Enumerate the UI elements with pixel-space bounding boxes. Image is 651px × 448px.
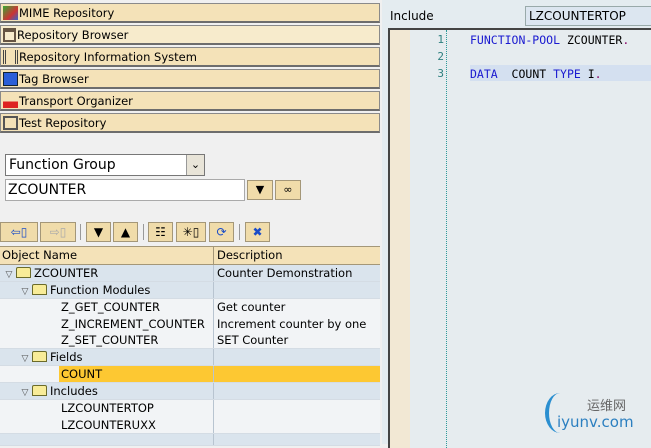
tree-node-function-modules[interactable]: ▽ Function Modules — [0, 282, 380, 299]
arrow-right-icon: ⇨▯ — [49, 225, 67, 239]
tree-leaf[interactable]: LZCOUNTERTOP — [0, 400, 380, 417]
column-description[interactable]: Description — [214, 247, 380, 264]
forward-button[interactable]: ⇨▯ — [40, 222, 76, 242]
triangle-down-icon: ▼ — [255, 183, 265, 196]
mime-icon — [3, 5, 18, 20]
code-editor[interactable]: 1 2 3 FUNCTION-POOL ZCOUNTER. DATA COUNT… — [388, 28, 651, 448]
watermark-logo: 运维网 iyunv.com — [545, 393, 634, 433]
include-label: Include — [390, 9, 434, 23]
gutter-divider — [446, 30, 447, 448]
object-name-input[interactable]: ZCOUNTER — [5, 179, 245, 201]
nav-repository-info-system[interactable]: Repository Information System — [0, 47, 380, 67]
left-panel: MIME Repository Repository Browser Repos… — [0, 0, 380, 446]
nav-transport-organizer[interactable]: Transport Organizer — [0, 91, 380, 111]
folder-icon — [32, 385, 47, 396]
tree-node-fields[interactable]: ▽ Fields — [0, 349, 380, 366]
tree-leaf-selected[interactable]: COUNT — [0, 366, 380, 383]
tree-header: Object Name Description — [0, 246, 380, 265]
tree-leaf[interactable]: Z_SET_COUNTER SET Counter — [0, 332, 380, 349]
close-button[interactable]: ✖ — [245, 222, 270, 242]
tree-node-includes[interactable]: ▽ Includes — [0, 383, 380, 400]
tree-leaf[interactable]: Z_INCREMENT_COUNTER Increment counter by … — [0, 316, 380, 332]
folder-icon — [16, 267, 31, 278]
line-number: 1 — [437, 33, 444, 46]
folder-icon — [32, 284, 47, 295]
tree-leaf[interactable]: LZCOUNTERUXX — [0, 417, 380, 434]
toolbar-divider — [143, 224, 144, 240]
tag-browser-icon — [3, 71, 18, 86]
back-button[interactable]: ⇦▯ — [0, 222, 38, 242]
tree-node-zcounter[interactable]: ▽ ZCOUNTER Counter Demonstration — [0, 265, 380, 282]
expand-button[interactable]: ▼ — [86, 222, 111, 242]
folder-icon — [32, 351, 47, 362]
test-icon — [3, 115, 18, 130]
display-button[interactable]: ∞ — [275, 180, 301, 200]
object-tree: Object Name Description ▽ ZCOUNTER Counter … — [0, 246, 380, 446]
expand-triangle-icon[interactable]: ▽ — [18, 385, 32, 399]
info-system-icon — [3, 49, 18, 64]
editor-gutter — [390, 30, 410, 448]
hierarchy-icon: ☷ — [155, 225, 166, 239]
column-object-name[interactable]: Object Name — [0, 247, 214, 264]
glasses-icon: ∞ — [283, 183, 293, 196]
truck-icon — [3, 93, 18, 108]
new-object-button[interactable]: ✳▯ — [176, 222, 206, 242]
new-icon: ✳▯ — [182, 225, 200, 239]
collapse-button[interactable]: ▲ — [113, 222, 138, 242]
nav-repository-browser[interactable]: Repository Browser — [0, 25, 380, 45]
nav-tag-browser[interactable]: Tag Browser — [0, 69, 380, 89]
editor-panel: Include LZCOUNTERTOP 1 2 3 FUNCTION-POOL… — [382, 0, 651, 448]
close-icon: ✖ — [252, 225, 263, 239]
chevron-down-icon[interactable]: ⌄ — [186, 155, 204, 175]
line-number: 3 — [437, 67, 444, 80]
object-type-select[interactable]: Function Group ⌄ — [5, 154, 205, 176]
refresh-icon: ⟳ — [216, 225, 227, 239]
code-line-1: FUNCTION-POOL ZCOUNTER. — [470, 33, 630, 47]
expand-icon: ▼ — [93, 225, 104, 239]
collapse-icon: ▲ — [120, 225, 131, 239]
expand-triangle-icon[interactable]: ▽ — [18, 351, 32, 365]
hierarchy-icon — [3, 27, 16, 42]
line-number: 2 — [437, 50, 444, 63]
tree-empty-row — [0, 434, 380, 446]
include-name-field[interactable]: LZCOUNTERTOP — [525, 6, 651, 26]
nav-test-repository[interactable]: Test Repository — [0, 113, 380, 133]
code-line-3: DATA COUNT TYPE I. — [470, 65, 651, 81]
toolbar-divider — [80, 224, 81, 240]
dropdown-button[interactable]: ▼ — [247, 180, 273, 200]
expand-triangle-icon[interactable]: ▽ — [2, 267, 16, 281]
tree-leaf[interactable]: Z_GET_COUNTER Get counter — [0, 299, 380, 316]
refresh-button[interactable]: ⟳ — [209, 222, 234, 242]
toolbar-divider — [239, 224, 240, 240]
nav-mime-repository[interactable]: MIME Repository — [0, 3, 380, 23]
hierarchy-button[interactable]: ☷ — [148, 222, 173, 242]
expand-triangle-icon[interactable]: ▽ — [18, 284, 32, 298]
arrow-left-icon: ⇦▯ — [10, 225, 28, 239]
